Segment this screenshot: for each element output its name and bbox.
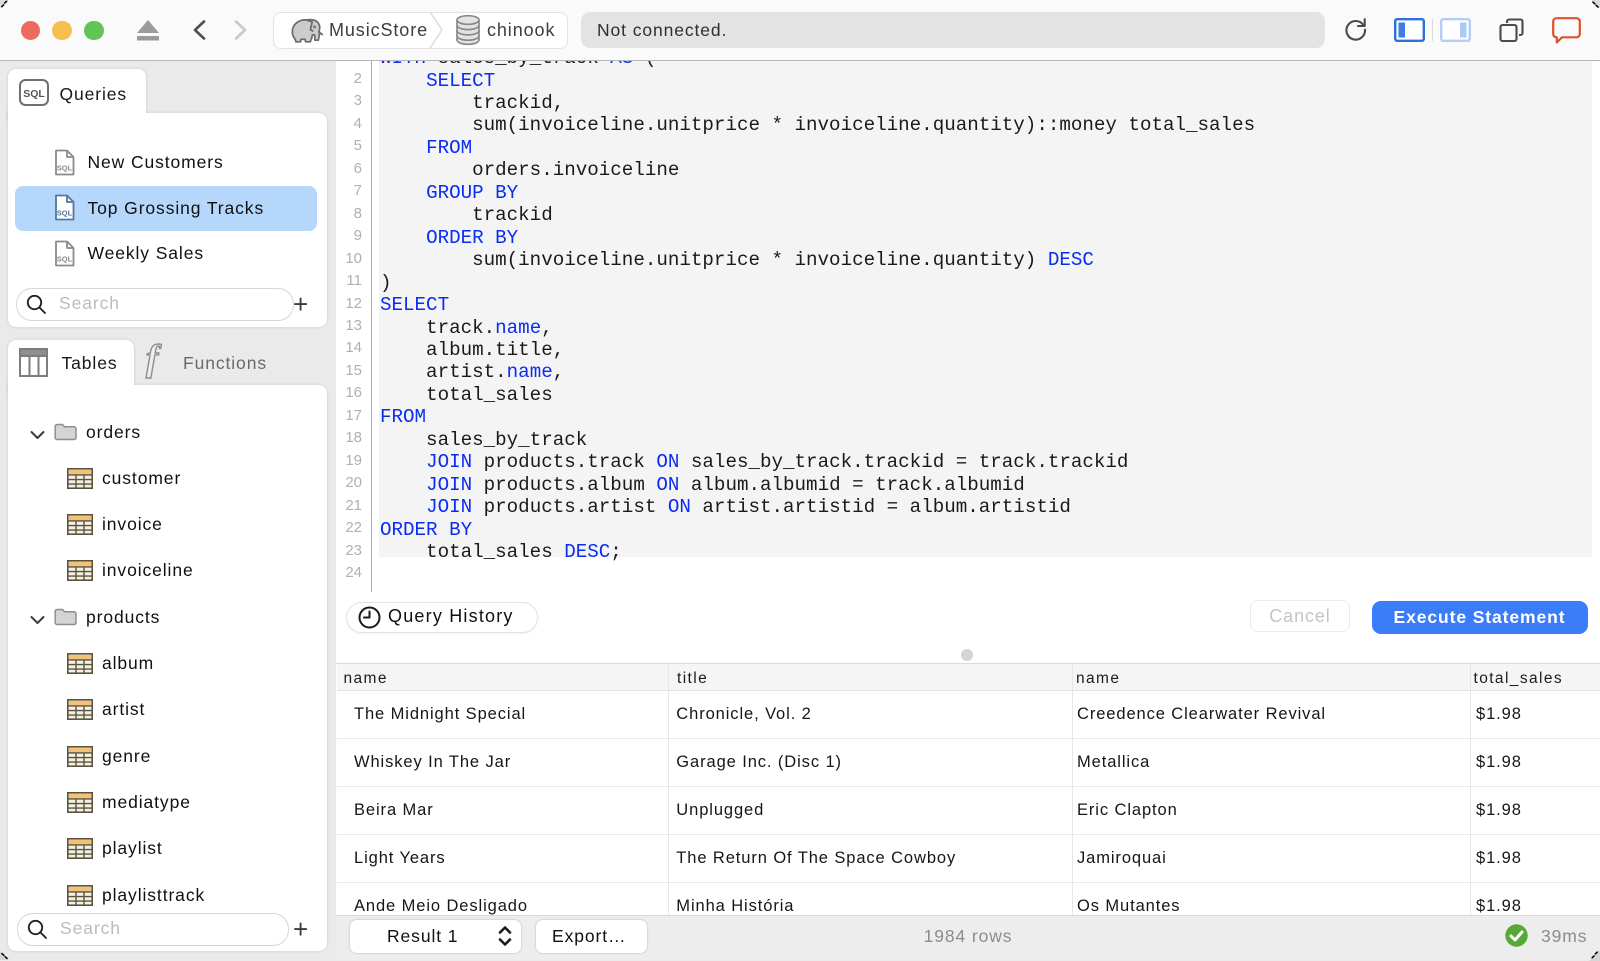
svg-text:SQL: SQL xyxy=(57,163,73,172)
svg-text:SQL: SQL xyxy=(57,254,73,263)
svg-text:SQL: SQL xyxy=(23,88,45,100)
svg-text:SQL: SQL xyxy=(57,209,73,218)
